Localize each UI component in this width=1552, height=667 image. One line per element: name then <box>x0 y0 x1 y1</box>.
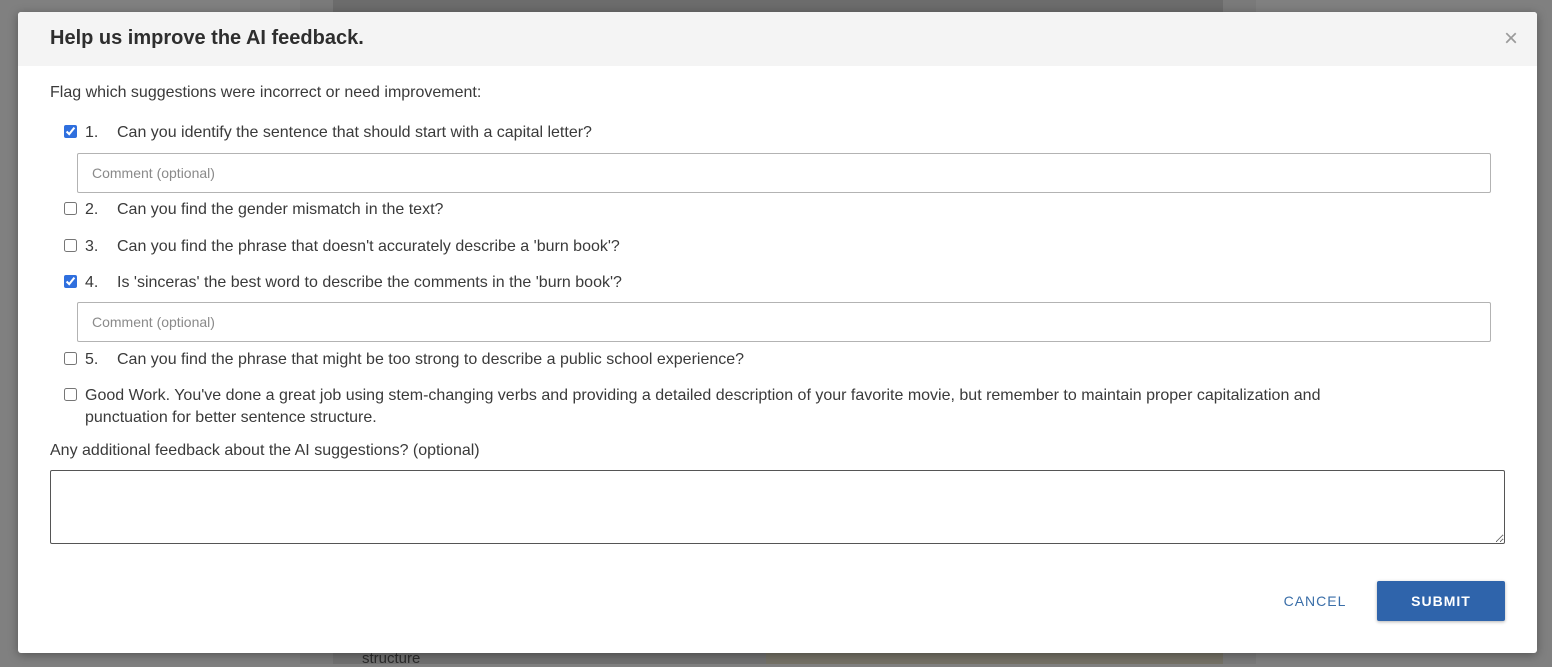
suggestion-checkbox-2[interactable] <box>64 202 77 215</box>
suggestion-text: Can you identify the sentence that shoul… <box>117 124 592 141</box>
suggestion-item-2[interactable]: 2. Can you find the gender mismatch in t… <box>64 199 443 221</box>
additional-feedback-textarea[interactable] <box>50 470 1505 544</box>
suggestion-number: 1. <box>85 124 99 141</box>
good-work-text: Good Work. You've done a great job using… <box>85 387 1321 426</box>
dialog-header: Help us improve the AI feedback. × <box>18 12 1537 66</box>
suggestion-checkbox-1[interactable] <box>64 125 77 138</box>
suggestion-number: 4. <box>85 274 99 291</box>
suggestion-number: 5. <box>85 351 99 368</box>
close-icon[interactable]: × <box>1500 27 1522 51</box>
suggestion-item-5[interactable]: 5. Can you find the phrase that might be… <box>64 349 744 371</box>
comment-input-4[interactable] <box>77 302 1491 342</box>
good-work-checkbox[interactable] <box>64 388 77 401</box>
suggestion-item-3[interactable]: 3. Can you find the phrase that doesn't … <box>64 236 620 258</box>
suggestion-text: Can you find the phrase that doesn't acc… <box>117 238 620 255</box>
background-image <box>766 652 1223 664</box>
good-work-item[interactable]: Good Work. You've done a great job using… <box>64 385 1405 429</box>
instruction-text: Flag which suggestions were incorrect or… <box>50 84 482 101</box>
background-card-header <box>333 0 1223 12</box>
submit-button[interactable]: SUBMIT <box>1377 581 1505 621</box>
feedback-dialog: Help us improve the AI feedback. × Flag … <box>18 12 1537 653</box>
comment-input-1[interactable] <box>77 153 1491 193</box>
suggestion-checkbox-5[interactable] <box>64 352 77 365</box>
suggestion-checkbox-3[interactable] <box>64 239 77 252</box>
additional-feedback-label: Any additional feedback about the AI sug… <box>50 442 480 459</box>
suggestion-item-4[interactable]: 4. Is 'sinceras' the best word to descri… <box>64 272 622 294</box>
suggestion-text: Can you find the phrase that might be to… <box>117 351 745 368</box>
suggestion-checkbox-4[interactable] <box>64 275 77 288</box>
suggestion-number: 3. <box>85 238 99 255</box>
cancel-button[interactable]: CANCEL <box>1268 581 1362 621</box>
suggestion-item-1[interactable]: 1. Can you identify the sentence that sh… <box>64 122 592 144</box>
dialog-title: Help us improve the AI feedback. <box>50 27 364 49</box>
suggestion-number: 2. <box>85 201 99 218</box>
suggestion-text: Can you find the gender mismatch in the … <box>117 201 444 218</box>
suggestion-text: Is 'sinceras' the best word to describe … <box>117 274 622 291</box>
